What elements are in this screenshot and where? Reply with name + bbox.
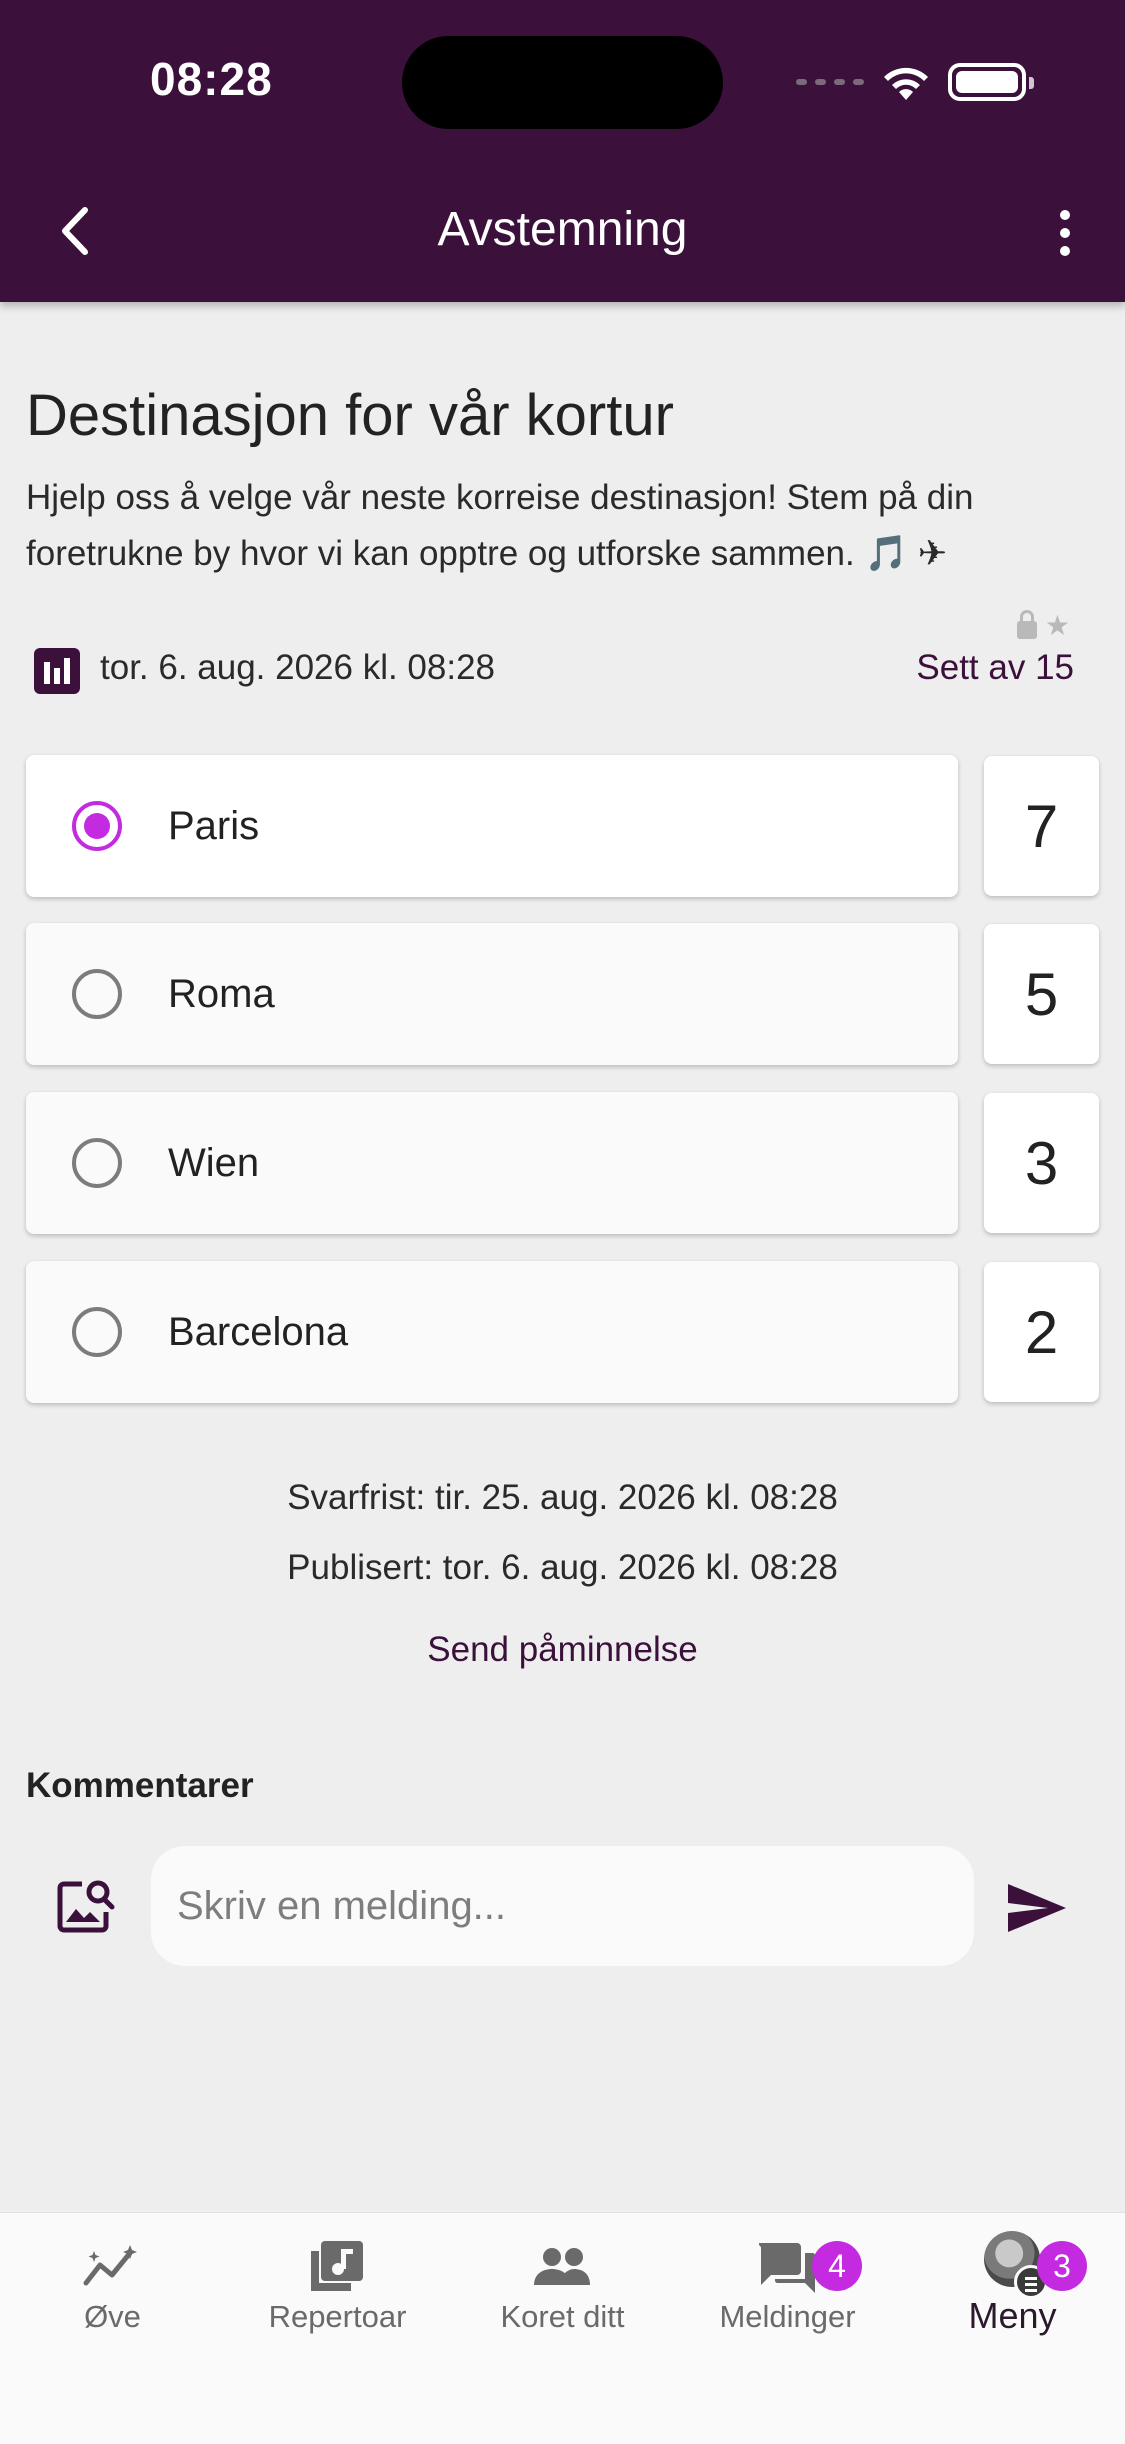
radio-unselected-icon[interactable] [72, 1307, 122, 1357]
option-label: Roma [168, 971, 275, 1016]
poll-description: Hjelp oss å velge vår neste korreise des… [26, 478, 974, 573]
seen-by-link[interactable]: Sett av 15 [916, 648, 1074, 688]
vote-count[interactable]: 7 [984, 756, 1099, 896]
message-input[interactable] [151, 1846, 974, 1966]
send-reminder-button[interactable]: Send påminnelse [0, 1630, 1125, 1670]
poll-meta: tor. 6. aug. 2026 kl. 08:28 ★ Sett av 15 [30, 610, 1090, 700]
radio-unselected-icon[interactable] [72, 1138, 122, 1188]
music-library-icon [311, 2241, 363, 2291]
star-icon: ★ [1044, 610, 1070, 641]
notification-badge: 3 [1037, 2241, 1087, 2291]
nav-label: Repertoar [268, 2299, 407, 2334]
page-title: Avstemning [437, 203, 688, 256]
poll-title: Destinasjon for vår kortur [26, 383, 674, 448]
nav-label: Koret ditt [500, 2299, 625, 2334]
app-bar: 08:28 Avstemning [0, 0, 1125, 302]
wifi-icon [884, 67, 928, 100]
vote-count[interactable]: 2 [984, 1262, 1099, 1402]
send-button[interactable] [1004, 1878, 1070, 1938]
send-icon [1008, 1884, 1066, 1932]
comments-heading: Kommentarer [26, 1766, 254, 1805]
poll-option[interactable]: Roma [26, 923, 958, 1065]
attach-image-button[interactable] [52, 1872, 122, 1942]
vote-count[interactable]: 3 [984, 1093, 1099, 1233]
nav-item-meldinger[interactable]: 4 Meldinger [675, 2213, 900, 2353]
battery-icon [948, 63, 1034, 101]
chat-icon [758, 2243, 816, 2293]
poll-option[interactable]: Wien [26, 1092, 958, 1234]
nav-label: Meldinger [719, 2299, 856, 2334]
group-icon [534, 2248, 590, 2285]
nav-label: Meny [968, 2295, 1057, 2336]
more-options-button[interactable] [1040, 198, 1090, 268]
option-label: Paris [168, 803, 260, 848]
status-icons [796, 58, 1034, 106]
nav-label: Øve [84, 2299, 141, 2334]
poll-option[interactable]: Paris [26, 755, 958, 897]
bottom-navigation: Øve Repertoar Koret ditt 4 Meldinger 3 M… [0, 2212, 1125, 2444]
radio-selected-icon[interactable] [72, 801, 122, 851]
radio-unselected-icon[interactable] [72, 969, 122, 1019]
signal-icon [796, 79, 864, 85]
unread-badge: 4 [812, 2241, 862, 2291]
option-label: Barcelona [168, 1309, 349, 1354]
bar-chart-icon [34, 648, 80, 694]
nav-item-meny[interactable]: 3 Meny [900, 2213, 1125, 2353]
status-time: 08:28 [150, 53, 273, 105]
poll-flags: ★ [1016, 610, 1070, 641]
lock-icon [1016, 610, 1037, 639]
image-search-icon [57, 1880, 115, 1933]
nav-item-repertoar[interactable]: Repertoar [225, 2213, 450, 2353]
deadline-text: Svarfrist: tir. 25. aug. 2026 kl. 08:28 [287, 1478, 838, 1517]
option-label: Wien [168, 1140, 260, 1185]
nav-item-ove[interactable]: Øve [0, 2213, 225, 2353]
dynamic-island [402, 36, 723, 129]
published-text: Publisert: tor. 6. aug. 2026 kl. 08:28 [287, 1548, 838, 1587]
vote-count[interactable]: 5 [984, 924, 1099, 1064]
nav-item-koret-ditt[interactable]: Koret ditt [450, 2213, 675, 2353]
poll-option[interactable]: Barcelona [26, 1261, 958, 1403]
trend-icon [83, 2245, 137, 2286]
poll-date: tor. 6. aug. 2026 kl. 08:28 [100, 648, 496, 687]
